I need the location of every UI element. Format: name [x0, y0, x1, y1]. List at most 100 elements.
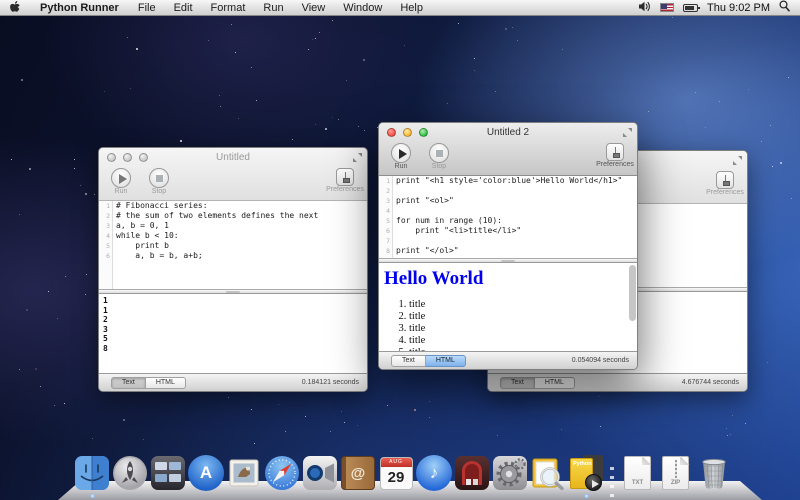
- segment-text[interactable]: Text: [391, 355, 426, 367]
- window-untitled-2: Untitled 2 Run Stop Preferences 1print "…: [378, 122, 638, 370]
- output-mode-segmented-control: TextHTML: [391, 355, 466, 367]
- zip-label: ZIP: [663, 480, 688, 486]
- code-editor[interactable]: 1print "<h1 style='color:blue'>Hello Wor…: [379, 176, 637, 258]
- titlebar[interactable]: Untitled 2: [379, 123, 637, 141]
- window-chrome: Untitled Run Stop Preferences: [99, 148, 367, 201]
- minimize-button[interactable]: [123, 153, 132, 162]
- running-indicator: [90, 494, 95, 498]
- code-line: 6 print "<li>title</li>": [379, 226, 637, 236]
- code-line: 5for num in range (10):: [379, 216, 637, 226]
- preview-icon[interactable]: [530, 455, 566, 491]
- mission-control-icon[interactable]: [150, 455, 186, 491]
- menu-help[interactable]: Help: [391, 2, 432, 14]
- stop-icon: [156, 175, 163, 182]
- execution-time: 0.054094 seconds: [572, 357, 629, 364]
- segment-html[interactable]: HTML: [426, 355, 466, 367]
- address-book-icon[interactable]: @: [340, 455, 376, 491]
- status-bar: TextHTML 0.054094 seconds: [379, 351, 637, 369]
- window-chrome: Untitled 2 Run Stop Preferences: [379, 123, 637, 176]
- stop-button[interactable]: Stop: [425, 143, 453, 170]
- volume-icon[interactable]: [638, 1, 651, 15]
- output-mode-segmented-control: TextHTML: [111, 377, 186, 389]
- apple-menu-icon[interactable]: [0, 1, 30, 14]
- zoom-button[interactable]: [419, 128, 428, 137]
- output-mode-segmented-control: TextHTML: [500, 377, 575, 389]
- code-line: 7: [379, 236, 637, 246]
- preferences-icon: [336, 168, 354, 186]
- preferences-button[interactable]: Preferences: [331, 168, 359, 193]
- window-untitled: Untitled Run Stop Preferences 1# Fibonac…: [98, 147, 368, 392]
- safari-icon[interactable]: [264, 455, 300, 491]
- play-icon: [399, 149, 407, 159]
- menu-file[interactable]: File: [129, 2, 165, 14]
- input-source-us-flag-icon[interactable]: [660, 3, 674, 12]
- stop-icon: [436, 150, 443, 157]
- txt-label: TXT: [625, 480, 650, 486]
- toolbar: Run Stop Preferences: [99, 166, 367, 200]
- app-store-glyph: A: [200, 463, 212, 483]
- execution-time: 0.184121 seconds: [302, 379, 359, 386]
- segment-html[interactable]: HTML: [146, 377, 186, 389]
- launchpad-icon[interactable]: [112, 455, 148, 491]
- segment-html[interactable]: HTML: [535, 377, 575, 389]
- fullscreen-icon[interactable]: [733, 156, 742, 165]
- address-book-glyph: @: [351, 465, 366, 482]
- ical-icon[interactable]: AUG 29: [378, 455, 414, 491]
- menu-bar-clock[interactable]: Thu 9:02 PM: [707, 2, 770, 14]
- preferences-icon: [716, 171, 734, 189]
- active-app-menu[interactable]: Python Runner: [30, 2, 129, 14]
- facetime-icon[interactable]: [302, 455, 338, 491]
- system-preferences-icon[interactable]: [492, 455, 528, 491]
- list-item: title: [409, 323, 637, 335]
- code-line: 8print "</ol>": [379, 246, 637, 256]
- spotlight-icon[interactable]: [779, 0, 790, 15]
- window-title: Untitled: [216, 152, 250, 163]
- status-bar: TextHTML 0.184121 seconds: [99, 373, 367, 391]
- photo-booth-icon[interactable]: [454, 455, 490, 491]
- rendered-heading: Hello World: [384, 268, 637, 290]
- zip-document-icon[interactable]: ZIP: [658, 455, 694, 491]
- run-button[interactable]: Run: [107, 168, 135, 195]
- code-line: 4while b < 10:: [99, 231, 367, 241]
- run-button[interactable]: Run: [387, 143, 415, 170]
- preferences-button[interactable]: Preferences: [601, 143, 629, 168]
- menu-view[interactable]: View: [293, 2, 335, 14]
- code-line: 4: [379, 206, 637, 216]
- python-runner-play-icon: [585, 474, 602, 491]
- zoom-button[interactable]: [139, 153, 148, 162]
- menu-window[interactable]: Window: [334, 2, 391, 14]
- rendered-ordered-list: titletitletitletitletitletitle: [379, 299, 637, 351]
- dock-separator: [606, 455, 618, 491]
- fullscreen-icon[interactable]: [623, 128, 632, 137]
- python-runner-icon[interactable]: Python: [568, 455, 604, 491]
- preferences-button[interactable]: Preferences: [711, 171, 739, 196]
- finder-icon[interactable]: [74, 455, 110, 491]
- dock: A @ AUG 29 ♪ Python: [74, 455, 732, 491]
- titlebar[interactable]: Untitled: [99, 148, 367, 166]
- battery-icon[interactable]: [683, 4, 698, 12]
- close-button[interactable]: [107, 153, 116, 162]
- menu-edit[interactable]: Edit: [165, 2, 202, 14]
- segment-text[interactable]: Text: [500, 377, 535, 389]
- code-editor[interactable]: 1# Fibonacci series:2# the sum of two el…: [99, 201, 367, 289]
- code-line: 1# Fibonacci series:: [99, 201, 367, 211]
- menu-bar: Python Runner File Edit Format Run View …: [0, 0, 800, 16]
- trash-icon[interactable]: [696, 455, 732, 491]
- scrollbar-thumb[interactable]: [629, 265, 636, 321]
- mail-icon[interactable]: [226, 455, 262, 491]
- minimize-button[interactable]: [403, 128, 412, 137]
- txt-document-icon[interactable]: TXT: [620, 455, 656, 491]
- menu-format[interactable]: Format: [202, 2, 255, 14]
- list-item: title: [409, 299, 637, 311]
- itunes-icon[interactable]: ♪: [416, 455, 452, 491]
- app-store-icon[interactable]: A: [188, 455, 224, 491]
- code-line: 1print "<h1 style='color:blue'>Hello Wor…: [379, 176, 637, 186]
- code-line: 6 a, b = b, a+b;: [99, 251, 367, 261]
- close-button[interactable]: [387, 128, 396, 137]
- menu-run[interactable]: Run: [254, 2, 292, 14]
- stop-button[interactable]: Stop: [145, 168, 173, 195]
- segment-text[interactable]: Text: [111, 377, 146, 389]
- fullscreen-icon[interactable]: [353, 153, 362, 162]
- ical-month: AUG: [381, 458, 412, 467]
- output-pane: 1 1 2 3 5 8: [99, 294, 367, 373]
